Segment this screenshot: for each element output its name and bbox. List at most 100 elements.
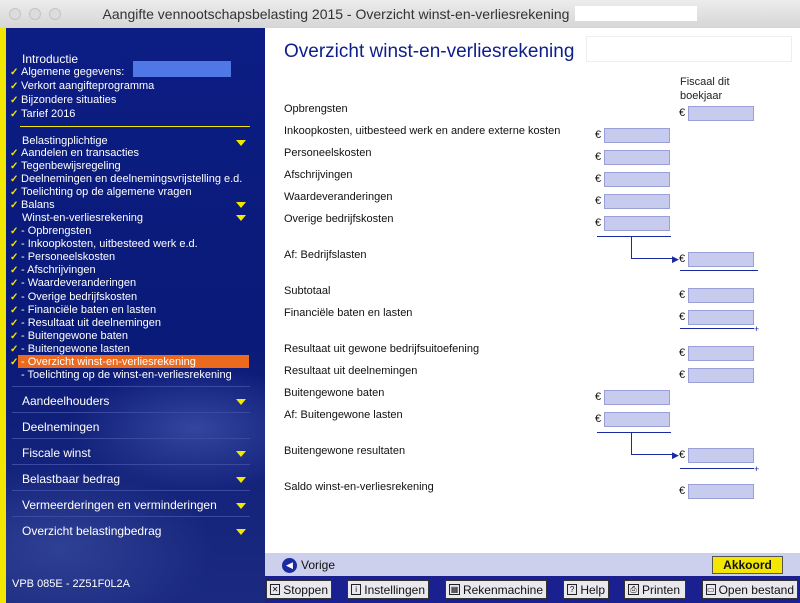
sidebar-divider [12, 516, 250, 517]
checkmark-icon: ✓ [10, 109, 19, 120]
vorige-label: Vorige [301, 558, 336, 572]
sidebar-section-2[interactable]: Fiscale winst [22, 446, 91, 460]
label-bg_resultaten: Buitengewone resultaten [284, 445, 406, 457]
sidebar-section-5[interactable]: Overzicht belastingbedrag [22, 524, 161, 538]
checkmark-icon: ✓ [10, 252, 19, 264]
sidebar-item[interactable]: ✓ - Waardeveranderingen [10, 277, 136, 290]
field-subtotaal[interactable] [688, 288, 754, 303]
sidebar-item[interactable]: ✓ Balans [10, 199, 55, 212]
sidebar-item[interactable]: ✓ Algemene gegevens: [10, 66, 124, 79]
sidebar-item[interactable]: ✓ Verkort aangifteprogramma [10, 80, 154, 93]
euro-sign: € [595, 151, 602, 163]
sidebar-item-label: - Afschrijvingen [21, 264, 96, 277]
field-bg_lasten[interactable] [604, 412, 670, 427]
field-waarde[interactable] [604, 194, 670, 209]
open-bestand-button[interactable]: ▭ Open bestand [702, 580, 798, 599]
checkmark-icon: ✓ [10, 187, 19, 198]
sidebar-divider [12, 438, 250, 439]
rekenmachine-button[interactable]: ▦ Rekenmachine [445, 580, 547, 599]
chevron-down-icon[interactable] [236, 215, 246, 221]
sidebar-section-4[interactable]: Vermeerderingen en verminderingen [22, 498, 217, 512]
sidebar-item[interactable]: ✓ - Buitengewone baten [10, 330, 128, 343]
sidebar-item-label: Tegenbewijsregeling [21, 160, 121, 172]
chevron-down-icon[interactable] [236, 399, 246, 405]
vorige-button[interactable]: ◀ Vorige [282, 556, 335, 574]
help-label: Help [580, 582, 605, 597]
chevron-down-icon[interactable] [236, 451, 246, 457]
sidebar-item[interactable]: ✓ - Inkoopkosten, uitbesteed werk e.d. [10, 238, 198, 251]
sidebar-item[interactable]: ✓ - Opbrengsten [10, 225, 91, 238]
sum-line [597, 432, 671, 433]
stoppen-button[interactable]: ✕ Stoppen [266, 580, 332, 599]
euro-sign: € [679, 347, 686, 359]
euro-sign: € [595, 217, 602, 229]
connector-line [631, 433, 632, 455]
chevron-down-icon[interactable] [236, 503, 246, 509]
printen-button[interactable]: ⎙ Printen [624, 580, 686, 599]
chevron-down-icon[interactable] [236, 202, 246, 208]
redacted-block [586, 36, 792, 62]
sidebar-item[interactable]: ✓ Tarief 2016 [10, 108, 75, 121]
sidebar-item[interactable]: ✓ - Personeelskosten [10, 251, 115, 264]
label-overige: Overige bedrijfskosten [284, 213, 394, 225]
field-financieel[interactable] [688, 310, 754, 325]
sidebar-item-introductie[interactable]: Introductie [22, 52, 78, 66]
sidebar-item-label: - Buitengewone baten [21, 329, 129, 342]
field-bg_baten[interactable] [604, 390, 670, 405]
instellingen-label: Instellingen [364, 582, 425, 597]
label-afschrijvingen: Afschrijvingen [284, 169, 353, 181]
sidebar-item[interactable]: ✓ - Overige bedrijfskosten [10, 291, 137, 304]
field-saldo[interactable] [688, 484, 754, 499]
sidebar-item[interactable]: ✓ Toelichting op de algemene vragen [10, 186, 192, 199]
field-personeel[interactable] [604, 150, 670, 165]
field-opbrengsten[interactable] [688, 106, 754, 121]
folder-icon: ▭ [706, 584, 716, 595]
open-bestand-label: Open bestand [718, 582, 794, 597]
sidebar-item[interactable]: ✓ Bijzondere situaties [10, 94, 116, 107]
field-inkoop[interactable] [604, 128, 670, 143]
akkoord-button[interactable]: Akkoord [712, 556, 783, 574]
info-icon: i [351, 584, 362, 595]
euro-sign: € [595, 129, 602, 141]
checkmark-icon: ✓ [10, 200, 19, 211]
sidebar-item[interactable]: - Toelichting op de winst-en-verliesreke… [10, 369, 232, 382]
sidebar-section-3[interactable]: Belastbaar bedrag [22, 472, 120, 486]
euro-sign: € [679, 311, 686, 323]
checkmark-icon: ✓ [10, 357, 19, 368]
sidebar-item-winst-en-verliesrekening[interactable]: Winst-en-verliesrekening [22, 212, 143, 225]
checkmark-icon: ✓ [10, 304, 19, 316]
sidebar-item[interactable]: ✓ - Financiële baten en lasten [10, 304, 156, 317]
label-waarde: Waardeveranderingen [284, 191, 393, 203]
checkmark-icon: ✓ [10, 95, 19, 106]
label-bedrijfslasten: Af: Bedrijfslasten [284, 249, 367, 261]
field-deelnemingen[interactable] [688, 368, 754, 383]
arrow-right-icon: ▶ [672, 450, 679, 460]
sidebar-item[interactable]: ✓ Deelnemingen en deelnemingsvrijstelling… [10, 173, 242, 186]
field-overige[interactable] [604, 216, 670, 231]
sidebar-item-label: - Inkoopkosten, uitbesteed werk e.d. [21, 238, 198, 251]
sidebar-divider [12, 490, 250, 491]
field-afschrijvingen[interactable] [604, 172, 670, 187]
sidebar-item[interactable]: ✓ - Resultaat uit deelnemingen [10, 317, 161, 330]
euro-sign: € [595, 413, 602, 425]
sidebar-item[interactable]: ✓ - Buitengewone lasten [10, 343, 130, 356]
sidebar-item[interactable]: ✓ Tegenbewijsregeling [10, 160, 121, 173]
column-header-line1: Fiscaal dit [680, 76, 730, 88]
sidebar-item[interactable]: ✓ Aandelen en transacties [10, 147, 139, 160]
help-button[interactable]: ? Help [563, 580, 609, 599]
field-gewone[interactable] [688, 346, 754, 361]
plus-sign: + [754, 324, 760, 334]
sidebar-item[interactable]: ✓ - Overzicht winst-en-verliesrekening [10, 356, 196, 369]
label-financieel: Financiële baten en lasten [284, 307, 413, 319]
sidebar-section-1[interactable]: Deelnemingen [22, 420, 99, 434]
sidebar-item-label: - Buitengewone lasten [21, 342, 130, 355]
field-bedrijfslasten[interactable] [688, 252, 754, 267]
chevron-down-icon[interactable] [236, 477, 246, 483]
sidebar-section-0[interactable]: Aandeelhouders [22, 394, 109, 408]
instellingen-button[interactable]: i Instellingen [347, 580, 429, 599]
chevron-down-icon[interactable] [236, 140, 246, 146]
sidebar-item-label: Aandelen en transacties [21, 147, 140, 159]
field-bg_resultaten[interactable] [688, 448, 754, 463]
chevron-down-icon[interactable] [236, 529, 246, 535]
sidebar-item[interactable]: ✓ - Afschrijvingen [10, 264, 96, 277]
